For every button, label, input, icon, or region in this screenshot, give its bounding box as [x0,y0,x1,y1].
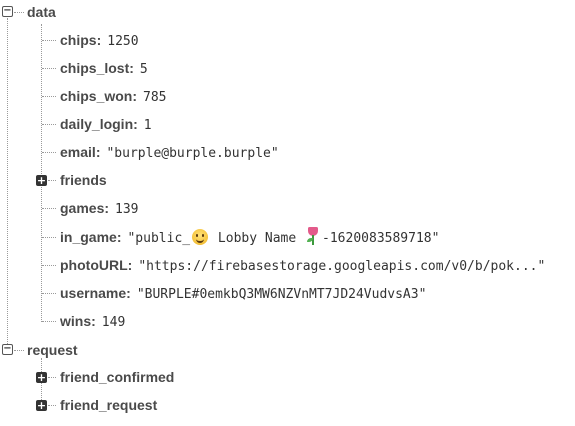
field-colon: : [126,285,131,301]
tree-connector [14,12,24,13]
field-photo-url[interactable]: photoURL: "https://firebasestorage.google… [60,254,545,276]
field-key: chips [60,32,97,48]
tree-connector [42,124,56,125]
field-colon: : [133,116,138,132]
collapse-request-toggle[interactable]: − [2,344,13,355]
node-friend-confirmed[interactable]: friend_confirmed [60,366,174,388]
database-tree: − data chips: 1250 chips_lost: 5 chips_won… [0,0,575,426]
collapse-data-toggle[interactable]: − [2,6,13,17]
tree-connector [42,321,56,322]
tree-connector [42,96,56,97]
node-request-label: request [27,342,78,358]
node-data[interactable]: data [27,1,56,23]
field-colon: : [96,32,102,48]
expand-friend-request-toggle[interactable]: + [36,400,47,411]
field-colon: : [116,229,122,245]
field-value[interactable]: "BURPLE#0emkbQ3MW6NZVnMT7JD24VudvsA3" [137,287,427,302]
field-wins[interactable]: wins: 149 [60,310,125,332]
tree-connector [42,152,56,153]
field-colon: : [132,88,138,104]
field-value[interactable]: "https://firebasestorage.googleapis.com/… [138,259,545,274]
node-friend-request[interactable]: friend_request [60,394,157,416]
field-games[interactable]: games: 139 [60,197,139,219]
field-value[interactable]: 5 [140,62,148,77]
field-key: chips_lost [60,60,130,76]
tree-connector [48,377,56,378]
tree-guide-root [7,18,8,350]
field-chips-lost[interactable]: chips_lost: 5 [60,57,148,79]
tulip-emoji-icon [306,227,320,245]
field-username[interactable]: username: "BURPLE#0emkbQ3MW6NZVnMT7JD24Vu… [60,282,426,304]
field-daily-login[interactable]: daily_login: 1 [60,113,152,135]
field-value[interactable]: 1 [144,118,152,133]
field-value-middle[interactable]: Lobby Name [210,231,304,246]
tree-connector [48,405,56,406]
field-key: email [60,144,96,160]
tree-connector [42,208,56,209]
node-friends-label: friends [60,172,107,188]
tree-connector [42,40,56,41]
field-value-suffix[interactable]: -1620083589718" [322,231,439,246]
expand-friends-toggle[interactable]: + [36,175,47,186]
field-value[interactable]: "burple@burple.burple" [106,146,278,161]
field-value[interactable]: 149 [102,315,125,330]
expand-friend-confirmed-toggle[interactable]: + [36,372,47,383]
node-friend-confirmed-label: friend_confirmed [60,369,175,385]
node-request[interactable]: request [27,339,78,361]
field-in-game[interactable]: in_game: "public_ Lobby Name -16200835897… [60,226,439,248]
field-key: in_game [60,229,117,245]
field-key: photoURL [60,257,128,273]
tree-connector [42,68,56,69]
node-friend-request-label: friend_request [60,397,158,413]
tree-connector [42,265,56,266]
field-colon: : [129,60,134,76]
tree-connector [14,350,24,351]
field-key: games [60,200,105,216]
node-friends[interactable]: friends [60,169,107,191]
field-colon: : [95,144,101,160]
field-value[interactable]: 139 [115,202,138,217]
field-colon: : [127,257,133,273]
field-key: chips_won [60,88,133,104]
field-key: daily_login [60,116,134,132]
field-value-prefix[interactable]: "public_ [127,231,190,246]
field-key: wins [60,313,92,329]
field-value[interactable]: 785 [143,90,166,105]
field-colon: : [91,313,96,329]
field-email[interactable]: email: "burple@burple.burple" [60,141,279,163]
node-data-label: data [27,4,56,20]
field-chips-won[interactable]: chips_won: 785 [60,85,167,107]
field-key: username [60,285,127,301]
tree-connector [48,180,56,181]
field-colon: : [104,200,110,216]
tree-connector [42,293,56,294]
smiling-face-emoji-icon [192,229,209,245]
field-value[interactable]: 1250 [107,34,138,49]
field-chips[interactable]: chips: 1250 [60,29,139,51]
tree-connector [42,237,56,238]
